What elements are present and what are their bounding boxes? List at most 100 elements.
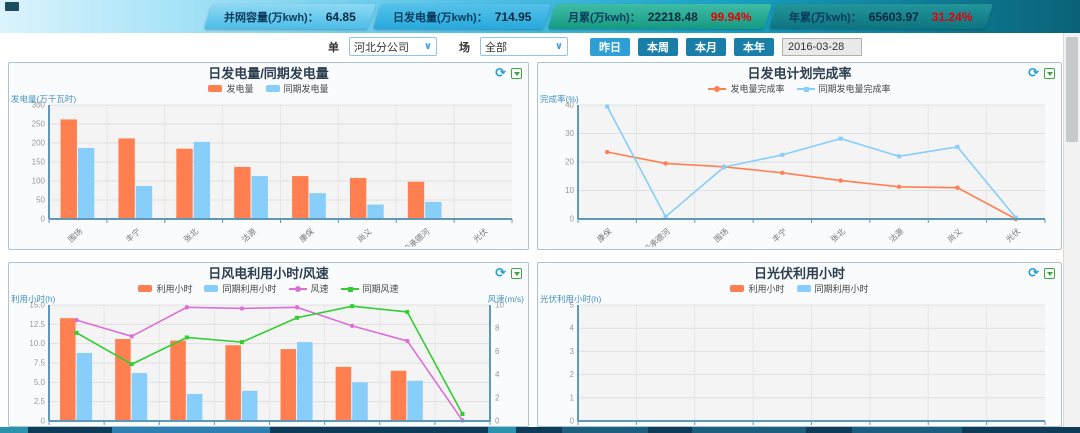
svg-text:沽源: 沽源 [887,226,906,244]
scrollbar-thumb[interactable] [1066,37,1078,142]
panel-daily-generation: 日发电量/同期发电量 ⟳ 发电量同期发电量 050100150200250300… [8,62,529,250]
svg-text:光伏: 光伏 [471,226,490,244]
legend-item[interactable]: 发电量 [208,82,253,95]
cutoff-footer-row [0,427,1080,433]
svg-text:6: 6 [495,347,500,356]
svg-text:风速(m/s): 风速(m/s) [488,295,525,304]
chart-legend: 利用小时 同期利用小时风速 同期风速 [9,282,528,295]
svg-text:12.5: 12.5 [29,320,45,329]
refresh-icon[interactable]: ⟳ [1028,67,1039,79]
chart-title: 日风电利用小时/风速 [9,266,528,282]
stat-value: 22218.48 [648,10,698,24]
legend-swatch [341,288,359,290]
svg-text:200: 200 [32,139,46,148]
vertical-scrollbar[interactable] [1063,33,1080,433]
legend-item[interactable]: 同期利用小时 [204,282,276,295]
svg-text:0: 0 [495,417,500,426]
legend-item[interactable]: 同期风速 [341,282,399,295]
export-icon[interactable] [1044,68,1055,79]
svg-text:建投承德河: 建投承德河 [635,226,671,247]
svg-text:1: 1 [570,393,575,402]
station-select[interactable]: 全部 ∨ [480,37,568,56]
svg-text:2: 2 [495,393,500,402]
refresh-icon[interactable]: ⟳ [1028,267,1039,279]
legend-swatch [708,88,726,90]
svg-text:张北: 张北 [182,227,200,244]
stat-label: 月累(万kwh)： [568,9,641,25]
legend-label: 同期利用小时 [222,282,276,295]
chart-title: 日发电量/同期发电量 [9,66,528,82]
chart-legend: 发电量完成率 同期发电量完成率 [538,82,1061,95]
legend-swatch [204,285,218,292]
svg-text:尚义: 尚义 [945,226,964,244]
top-stats-banner: 并网容量(万kwh)： 64.85 日发电量(万kwh)： 714.95 月累(… [0,0,1080,33]
export-icon[interactable] [1044,268,1055,279]
legend-item[interactable]: 发电量完成率 [708,82,784,95]
legend-item[interactable]: 利用小时 [138,282,192,295]
refresh-icon[interactable]: ⟳ [495,67,506,79]
stat-value: 64.85 [326,10,356,24]
legend-swatch [797,88,815,90]
chart-canvas-wind-hours-speed: 02.55.07.510.012.515.00246810围场丰宁张北沽源康保尚… [9,295,526,427]
stats-row: 并网容量(万kwh)： 64.85 日发电量(万kwh)： 714.95 月累(… [208,4,993,29]
svg-text:0: 0 [570,215,575,224]
stat-grid-capacity: 并网容量(万kwh)： 64.85 [204,4,376,29]
refresh-icon[interactable]: ⟳ [495,267,506,279]
svg-text:4: 4 [495,370,500,379]
svg-text:张北: 张北 [829,227,847,244]
svg-text:围场: 围场 [66,227,84,244]
filter-toolbar: 单 河北分公司 ∨ 场 全部 ∨ 昨日 本周 本月 本年 2016-03-28 [0,33,1063,60]
svg-text:20: 20 [565,158,574,167]
legend-marker [295,286,301,292]
legend-label: 同期发电量完成率 [819,82,891,95]
svg-text:50: 50 [36,196,45,205]
svg-text:康保: 康保 [297,226,316,244]
charts-grid: 日发电量/同期发电量 ⟳ 发电量同期发电量 050100150200250300… [0,60,1063,427]
legend-item[interactable]: 同期发电量 [266,82,329,95]
svg-text:100: 100 [32,177,46,186]
panel-plan-completion: 日发电计划完成率 ⟳ 发电量完成率同期发电量完成率 010203040康保建投承… [537,62,1062,250]
svg-text:围场: 围场 [712,227,730,244]
legend-label: 同期利用小时 [815,282,869,295]
chevron-down-icon: ∨ [424,41,432,52]
svg-text:沽源: 沽源 [239,226,258,244]
stat-value: 714.95 [495,10,532,24]
date-input[interactable]: 2016-03-28 [782,38,862,56]
export-icon[interactable] [511,68,522,79]
chevron-down-icon: ∨ [555,41,563,52]
svg-text:5.0: 5.0 [34,378,46,387]
legend-marker [804,87,809,92]
legend-item[interactable]: 风速 [289,282,329,295]
stat-month-total: 月累(万kwh)： 22218.48 99.94% [548,4,772,29]
svg-text:250: 250 [32,120,46,129]
export-icon[interactable] [511,268,522,279]
range-button-this-week[interactable]: 本周 [638,38,678,56]
chart-canvas-daily-generation: 050100150200250300围场丰宁张北沽源康保尚义建投承德河光伏发电量… [9,95,526,247]
legend-swatch [266,85,280,92]
svg-text:3: 3 [570,347,575,356]
svg-text:丰宁: 丰宁 [770,226,789,244]
chart-legend: 利用小时 同期利用小时 [538,282,1061,295]
svg-text:利用小时(h): 利用小时(h) [11,295,56,304]
panel-pv-hours: 日光伏利用小时 ⟳ 利用小时同期利用小时 012345光伏利用小时(h) [537,262,1062,427]
svg-text:光伏利用小时(h): 光伏利用小时(h) [540,295,602,304]
range-button-yesterday[interactable]: 昨日 [590,38,630,56]
legend-item[interactable]: 同期利用小时 [797,282,869,295]
chart-legend: 发电量同期发电量 [9,82,528,95]
unit-select[interactable]: 河北分公司 ∨ [349,37,437,56]
range-button-this-month[interactable]: 本月 [686,38,726,56]
legend-marker [714,86,720,92]
legend-label: 同期风速 [363,282,399,295]
unit-label: 单 [328,39,339,55]
stat-label: 并网容量(万kwh)： [224,9,319,25]
stat-daily-generation: 日发电量(万kwh)： 714.95 [373,4,552,29]
range-button-this-year[interactable]: 本年 [734,38,774,56]
stat-percent: 99.94% [711,10,752,24]
legend-item[interactable]: 利用小时 [730,282,784,295]
legend-swatch [797,285,811,292]
stat-label: 日发电量(万kwh)： [393,9,488,25]
legend-swatch [289,288,307,290]
legend-item[interactable]: 同期发电量完成率 [797,82,891,95]
svg-text:光伏: 光伏 [1004,226,1023,244]
svg-text:7.5: 7.5 [34,359,46,368]
